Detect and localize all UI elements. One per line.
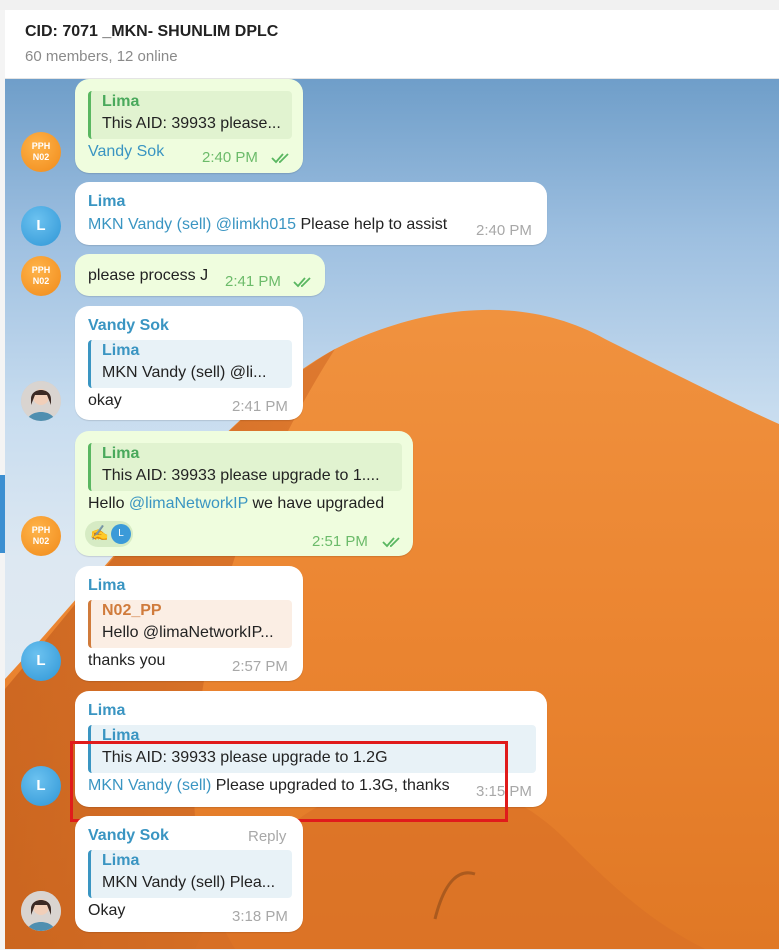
sender-name[interactable]: Vandy Sok: [88, 827, 169, 845]
sender-name[interactable]: Vandy Sok: [88, 317, 169, 335]
reply-text: This AID: 39933 please...: [102, 115, 281, 132]
avatar-lima[interactable]: L: [21, 641, 61, 681]
avatar-vandy-sok[interactable]: [21, 891, 61, 931]
avatar-text: PPH: [31, 265, 51, 275]
chat-header[interactable]: CID: 7071 _MKN- SHUNLIM DPLC 60 members,…: [5, 10, 779, 79]
message-time: 2:57 PM: [232, 658, 288, 675]
message-time: 2:40 PM: [476, 222, 532, 239]
avatar-n02[interactable]: PPH N02: [21, 516, 61, 556]
double-check-icon: [271, 153, 289, 164]
avatar-text: N02: [32, 276, 50, 286]
avatar-text: N02: [32, 152, 50, 162]
sender-name[interactable]: Lima: [88, 577, 125, 595]
writing-hand-emoji-icon: ✍️: [90, 525, 109, 542]
mention-link[interactable]: Vandy Sok: [88, 143, 164, 161]
reaction-avatar: L: [111, 524, 131, 544]
reply-author: Lima: [102, 342, 140, 359]
double-check-icon: [293, 277, 311, 288]
reply-preview[interactable]: N02_PP Hello @limaNetworkIP...: [88, 600, 292, 648]
reply-text: MKN Vandy (sell) @li...: [102, 364, 267, 381]
sender-name[interactable]: Lima: [88, 193, 125, 211]
reply-button[interactable]: Reply: [248, 828, 286, 845]
message-text-part: Hello: [88, 495, 129, 512]
message-text: please process J: [88, 267, 209, 284]
message-bubble[interactable]: Vandy Sok Reply Lima MKN Vandy (sell) Pl…: [75, 816, 303, 932]
message-text: Hello @limaNetworkIP we have upgraded: [88, 495, 384, 513]
avatar-lima[interactable]: L: [21, 206, 61, 246]
avatar-vandy-sok[interactable]: [21, 381, 61, 421]
reply-preview[interactable]: Lima This AID: 39933 please...: [88, 91, 292, 139]
reply-author: Lima: [102, 445, 140, 462]
mention-link[interactable]: MKN Vandy (sell): [88, 216, 211, 233]
message-text: MKN Vandy (sell) @limkh015 Please help t…: [88, 216, 447, 234]
chat-member-count: 60 members, 12 online: [25, 48, 178, 65]
message-text: thanks you: [88, 652, 166, 669]
reply-text: This AID: 39933 please upgrade to 1....: [102, 467, 380, 484]
reply-text: Hello @limaNetworkIP...: [102, 624, 274, 641]
highlight-box: [70, 741, 508, 822]
sidebar-selected-indicator: [0, 475, 5, 553]
avatar-n02[interactable]: PPH N02: [21, 256, 61, 296]
avatar-text: PPH: [31, 141, 51, 151]
message-time: 2:51 PM: [312, 533, 368, 550]
reaction-pill[interactable]: ✍️ L: [85, 521, 133, 547]
message-bubble[interactable]: Lima This AID: 39933 please... Vandy Sok…: [75, 79, 303, 173]
message-time: 2:40 PM: [202, 149, 258, 166]
message-bubble[interactable]: Vandy Sok Lima MKN Vandy (sell) @li... o…: [75, 306, 303, 420]
mention-link[interactable]: @limkh015: [216, 216, 296, 233]
reply-author: N02_PP: [102, 602, 162, 619]
mention-link[interactable]: @limaNetworkIP: [129, 495, 248, 512]
avatar-lima[interactable]: L: [21, 766, 61, 806]
reply-preview[interactable]: Lima MKN Vandy (sell) @li...: [88, 340, 292, 388]
message-time: 2:41 PM: [232, 398, 288, 415]
avatar-text: N02: [32, 536, 50, 546]
message-text-part: Please help to assist: [296, 216, 448, 233]
message-bubble[interactable]: Lima N02_PP Hello @limaNetworkIP... than…: [75, 566, 303, 681]
window-top-strip: [0, 0, 779, 10]
message-bubble[interactable]: Lima MKN Vandy (sell) @limkh015 Please h…: [75, 182, 547, 245]
message-bubble[interactable]: please process J 2:41 PM: [75, 254, 325, 296]
reply-preview[interactable]: Lima MKN Vandy (sell) Plea...: [88, 850, 292, 898]
reply-preview[interactable]: Lima This AID: 39933 please upgrade to 1…: [88, 443, 402, 491]
chat-title: CID: 7071 _MKN- SHUNLIM DPLC: [25, 23, 279, 40]
message-bubble[interactable]: Lima This AID: 39933 please upgrade to 1…: [75, 431, 413, 556]
message-text-part: we have upgraded: [248, 495, 385, 512]
message-text: okay: [88, 392, 122, 409]
user-photo-icon: [21, 891, 61, 931]
double-check-icon: [382, 537, 400, 548]
message-text: Okay: [88, 902, 126, 919]
reply-author: Lima: [102, 93, 140, 110]
avatar-text: PPH: [31, 525, 51, 535]
reply-author: Lima: [102, 852, 140, 869]
reply-text: MKN Vandy (sell) Plea...: [102, 874, 276, 891]
message-time: 3:18 PM: [232, 908, 288, 925]
user-photo-icon: [21, 381, 61, 421]
message-time: 2:41 PM: [225, 273, 281, 290]
avatar-n02[interactable]: PPH N02: [21, 132, 61, 172]
sender-name[interactable]: Lima: [88, 702, 125, 720]
